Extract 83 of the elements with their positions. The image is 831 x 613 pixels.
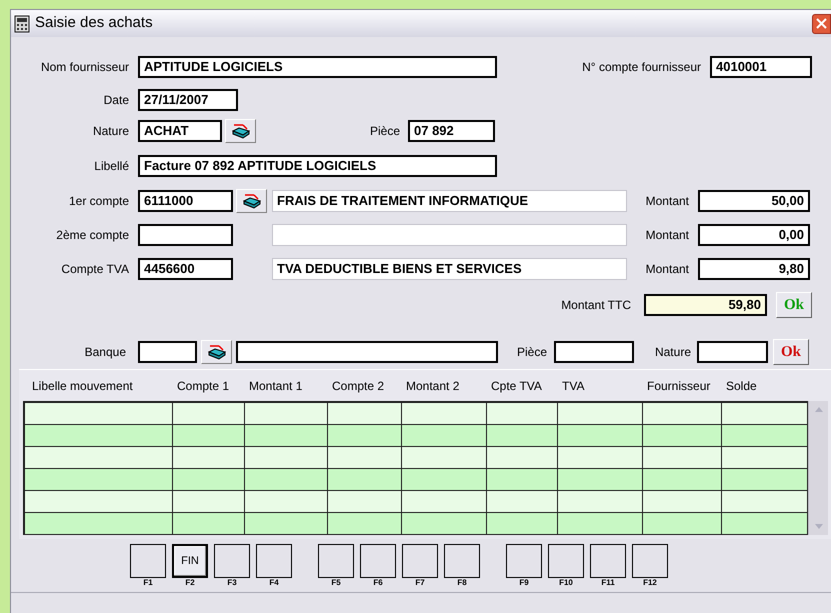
data-grid[interactable] — [23, 401, 808, 535]
column-header: Montant 1 — [248, 378, 302, 394]
function-key-button[interactable]: FIN — [172, 544, 208, 578]
input-field[interactable]: 4456600 — [138, 258, 233, 280]
field-label: 1er compte — [68, 193, 129, 210]
input-field[interactable] — [554, 341, 634, 363]
column-header: Compte 2 — [331, 378, 384, 394]
scroll-up-icon — [814, 407, 822, 412]
input-field[interactable]: 0,00 — [698, 224, 810, 246]
input-field[interactable]: 07 892 — [408, 120, 495, 142]
field-label: Montant TTC — [560, 297, 631, 314]
close-button[interactable] — [812, 14, 831, 34]
function-key-label: F12 — [643, 578, 657, 588]
input-field[interactable]: ACHAT — [138, 120, 222, 142]
field-label: Pièce — [516, 344, 547, 361]
function-key-label: F5 — [331, 578, 341, 588]
field-label: N° compte fournisseur — [581, 59, 701, 76]
field-label: Montant — [644, 193, 689, 210]
input-field[interactable]: 50,00 — [698, 190, 810, 212]
input-field[interactable] — [697, 341, 768, 363]
close-icon — [816, 18, 827, 29]
tray-icon — [206, 344, 226, 360]
input-field[interactable]: FRAIS DE TRAITEMENT INFORMATIQUE — [272, 190, 627, 212]
lookup-button[interactable] — [201, 340, 232, 364]
function-key-button[interactable] — [256, 544, 292, 578]
lookup-button[interactable] — [236, 189, 267, 213]
column-header: Libelle mouvement — [31, 378, 133, 394]
input-field[interactable]: TVA DEDUCTIBLE BIENS ET SERVICES — [272, 258, 627, 280]
field-label: Pièce — [368, 123, 400, 140]
calculator-icon — [14, 14, 30, 32]
field-label: Nature — [92, 123, 129, 140]
field-label: Montant — [644, 227, 689, 244]
function-key-label: F7 — [415, 578, 425, 588]
input-field[interactable]: Facture 07 892 APTITUDE LOGICIELS — [138, 155, 497, 177]
function-key-button[interactable] — [318, 544, 354, 578]
function-key-label: F8 — [457, 578, 467, 588]
column-header: Solde — [725, 378, 757, 394]
function-key-label: F4 — [269, 578, 279, 588]
input-field[interactable]: 27/11/2007 — [138, 89, 238, 111]
tray-icon — [242, 193, 262, 209]
input-field[interactable]: 59,80 — [644, 294, 767, 316]
column-header: TVA — [561, 378, 584, 394]
input-field[interactable] — [138, 224, 233, 246]
ok-button[interactable]: Ok — [773, 339, 809, 365]
function-key-label: F10 — [559, 578, 573, 588]
field-label: Nature — [654, 344, 691, 361]
window-title: Saisie des achats — [35, 13, 153, 34]
column-header: Cpte TVA — [490, 378, 542, 394]
tray-icon — [230, 123, 250, 139]
scroll-down-icon — [814, 524, 822, 529]
function-key-button[interactable] — [360, 544, 396, 578]
column-header: Montant 2 — [405, 378, 460, 394]
field-label: Montant — [644, 261, 689, 278]
field-label: Date — [102, 92, 129, 109]
function-key-label: F11 — [601, 578, 615, 588]
field-label: 2ème compte — [55, 227, 129, 244]
function-key-button[interactable] — [130, 544, 166, 578]
field-label: Compte TVA — [60, 261, 129, 278]
input-field[interactable]: 6111000 — [138, 190, 233, 212]
function-key-label: F2 — [185, 578, 195, 588]
function-key-button[interactable] — [214, 544, 250, 578]
function-key-button[interactable] — [632, 544, 668, 578]
function-key-button[interactable] — [402, 544, 438, 578]
input-field[interactable] — [236, 341, 498, 363]
field-label: Nom fournisseur — [40, 59, 129, 76]
input-field[interactable]: 9,80 — [698, 258, 810, 280]
function-key-button[interactable] — [444, 544, 480, 578]
function-key-label: F6 — [373, 578, 383, 588]
function-key-button[interactable] — [590, 544, 626, 578]
input-field[interactable]: 4010001 — [710, 56, 812, 78]
field-label: Banque — [84, 344, 126, 361]
input-field[interactable] — [138, 341, 197, 363]
column-header: Fournisseur — [646, 378, 710, 394]
function-key-label: F1 — [143, 578, 153, 588]
input-field[interactable]: APTITUDE LOGICIELS — [138, 56, 497, 78]
function-key-label: F9 — [519, 578, 529, 588]
function-key-button[interactable] — [506, 544, 542, 578]
function-key-button[interactable] — [548, 544, 584, 578]
scrollbar[interactable] — [808, 401, 828, 535]
function-key-label: F3 — [227, 578, 237, 588]
column-header: Compte 1 — [176, 378, 230, 394]
field-label: Libellé — [93, 158, 129, 175]
lookup-button[interactable] — [225, 119, 256, 143]
